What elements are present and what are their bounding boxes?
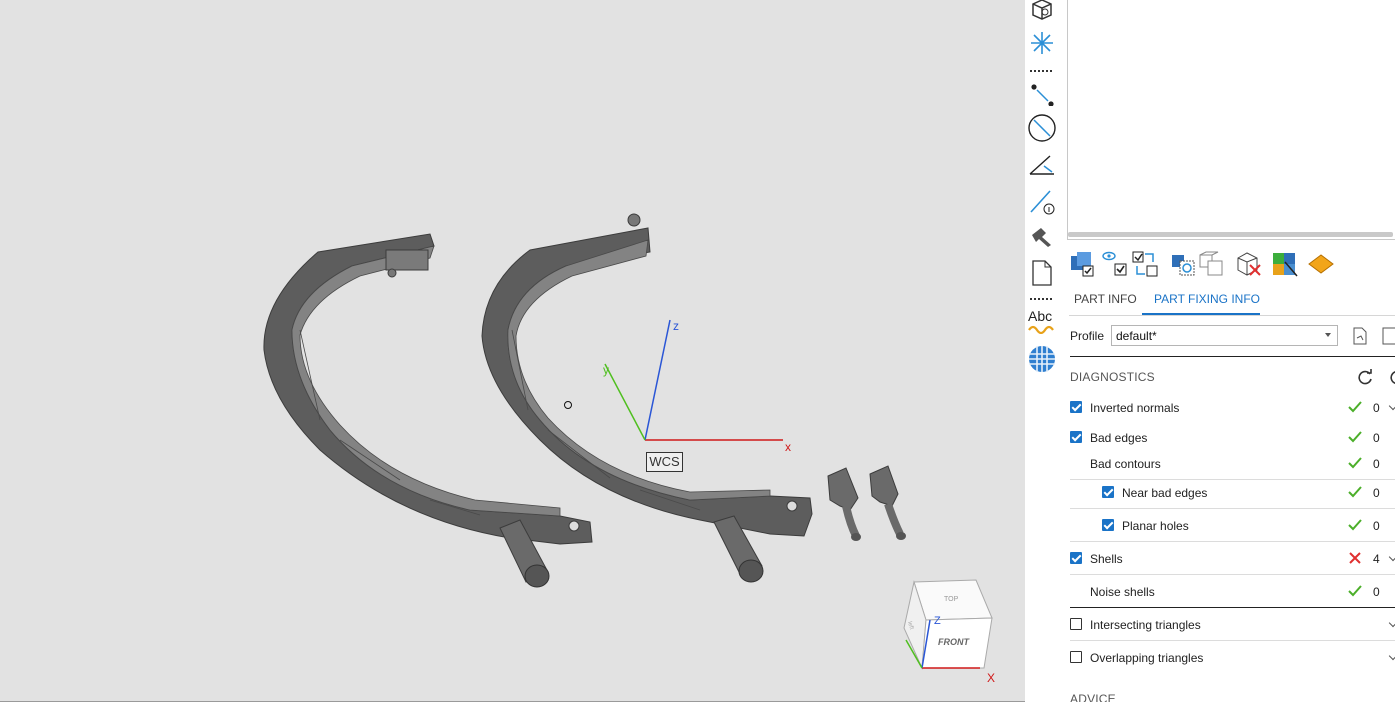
wcs-label: WCS	[646, 452, 683, 472]
view-box-icon[interactable]	[1025, 0, 1059, 26]
diagnostic-count: 0	[1373, 585, 1380, 599]
diagnostic-checkbox[interactable]	[1070, 552, 1082, 564]
diagnostics-header: DIAGNOSTICS	[1070, 370, 1155, 384]
diagnostic-count: 0	[1373, 457, 1380, 471]
diagnostic-label: Shells	[1090, 552, 1123, 566]
rotation-center-marker	[564, 401, 572, 409]
tab-part-fixing-info[interactable]: PART FIXING INFO	[1154, 292, 1260, 306]
text-label-icon[interactable]: Abc	[1025, 304, 1059, 338]
diagnostic-row[interactable]: Overlapping triangles	[1070, 641, 1395, 674]
section-divider	[1070, 356, 1395, 357]
axis-y-label: y	[603, 363, 609, 377]
select-parts-icon[interactable]	[1069, 250, 1097, 278]
profile-value: default*	[1116, 329, 1157, 343]
diagnostic-checkbox[interactable]	[1102, 519, 1114, 531]
delete-part-icon[interactable]	[1235, 250, 1263, 278]
toolstrip-separator	[1030, 298, 1052, 300]
diagnostic-checkbox[interactable]	[1070, 651, 1082, 663]
plane-icon[interactable]	[1307, 250, 1335, 278]
right-panel: PART INFO PART FIXING INFO Profile defau…	[1059, 0, 1395, 702]
viewcube-x-label: X	[987, 671, 995, 685]
hammer-icon[interactable]	[1025, 220, 1059, 254]
diagnostic-checkbox[interactable]	[1070, 618, 1082, 630]
diagnostic-row[interactable]: Planar holes 0	[1070, 509, 1395, 542]
chevron-down-icon[interactable]	[1388, 401, 1395, 411]
diagnostic-label: Overlapping triangles	[1090, 651, 1204, 665]
edit-profile-icon[interactable]	[1350, 326, 1370, 346]
color-parts-icon[interactable]	[1271, 250, 1299, 278]
unify-parts-icon[interactable]	[1169, 250, 1197, 278]
profile-label: Profile	[1070, 329, 1105, 343]
toolstrip-separator	[1030, 70, 1052, 72]
profile-select[interactable]: default*	[1111, 325, 1338, 346]
diagnostic-label: Noise shells	[1090, 585, 1155, 599]
refresh-all-icon[interactable]	[1388, 368, 1395, 386]
horizontal-scrollbar[interactable]	[1068, 232, 1393, 237]
view-cube[interactable]: TOP FRONT left Z X	[903, 579, 995, 685]
chevron-down-icon[interactable]	[1388, 552, 1395, 562]
diagnostic-count: 0	[1373, 401, 1380, 415]
new-profile-icon[interactable]	[1380, 326, 1395, 346]
diagnostic-row[interactable]: Noise shells 0	[1070, 575, 1395, 608]
diagnostic-count: 4	[1373, 552, 1380, 566]
part-clip-2[interactable]	[869, 465, 906, 540]
part-toolbar	[1069, 250, 1389, 278]
panel-tabs: PART INFO PART FIXING INFO	[1069, 288, 1395, 316]
diagnostic-row[interactable]: Shells 4	[1070, 542, 1395, 575]
diagnostic-checkbox[interactable]	[1102, 486, 1114, 498]
check-icon	[1347, 484, 1363, 500]
viewcube-front-label: FRONT	[938, 637, 970, 647]
wireframe-parts-icon[interactable]	[1197, 250, 1225, 278]
check-icon	[1347, 583, 1363, 599]
profile-row: Profile default*	[1070, 325, 1395, 347]
invert-selection-icon[interactable]	[1131, 250, 1159, 278]
viewcube-top-label: TOP	[944, 596, 959, 603]
diagnostic-row[interactable]: Near bad edges 0	[1070, 476, 1395, 509]
tab-part-info[interactable]: PART INFO	[1074, 292, 1137, 306]
document-icon[interactable]	[1025, 256, 1059, 290]
measure-info-icon[interactable]	[1025, 184, 1059, 218]
wcs-axes: x z y	[603, 319, 791, 454]
diagnostic-label: Intersecting triangles	[1090, 618, 1201, 632]
part-preview-area	[1067, 0, 1395, 240]
chevron-down-icon[interactable]	[1388, 651, 1395, 661]
advice-header: ADVICE	[1070, 692, 1116, 702]
viewcube-z-label: Z	[934, 615, 941, 627]
visible-parts-icon[interactable]	[1101, 250, 1129, 278]
check-icon	[1347, 429, 1363, 445]
diagnostic-row[interactable]: Inverted normals 0	[1070, 391, 1395, 424]
axis-x-label: x	[785, 440, 791, 454]
diagnostic-checkbox[interactable]	[1070, 401, 1082, 413]
diagnostic-label: Bad contours	[1090, 457, 1161, 471]
measure-points-icon[interactable]	[1025, 76, 1059, 110]
diagnostic-count: 0	[1373, 431, 1380, 445]
measure-diameter-icon[interactable]	[1025, 111, 1059, 145]
diagnostic-label: Near bad edges	[1122, 486, 1208, 500]
measure-angle-icon[interactable]	[1025, 148, 1059, 182]
diagnostic-row[interactable]: Intersecting triangles	[1070, 608, 1395, 641]
chevron-down-icon[interactable]	[1388, 618, 1395, 628]
active-tab-indicator	[1142, 313, 1260, 315]
diagnostic-label: Planar holes	[1122, 519, 1189, 533]
scene-canvas[interactable]: x z y TOP FRONT left Z X	[0, 0, 1025, 702]
check-icon	[1347, 517, 1363, 533]
chevron-down-icon	[1325, 333, 1331, 337]
diagnostic-label: Bad edges	[1090, 431, 1148, 445]
axis-z-label: z	[673, 319, 679, 333]
check-icon	[1347, 455, 1363, 471]
measure-toolstrip: Abc	[1025, 0, 1059, 702]
part-clip-1[interactable]	[827, 467, 861, 541]
refresh-icon[interactable]	[1356, 368, 1374, 386]
diagnostic-label: Inverted normals	[1090, 401, 1180, 415]
check-icon	[1347, 399, 1363, 415]
diagnostic-count: 0	[1373, 486, 1380, 500]
diagnostic-count: 0	[1373, 519, 1380, 533]
texture-sphere-icon[interactable]	[1025, 342, 1059, 376]
snowflake-icon[interactable]	[1025, 26, 1059, 60]
3d-viewport[interactable]: x z y TOP FRONT left Z X WCS	[0, 0, 1025, 702]
error-x-icon	[1347, 550, 1363, 566]
diagnostic-checkbox[interactable]	[1070, 431, 1082, 443]
